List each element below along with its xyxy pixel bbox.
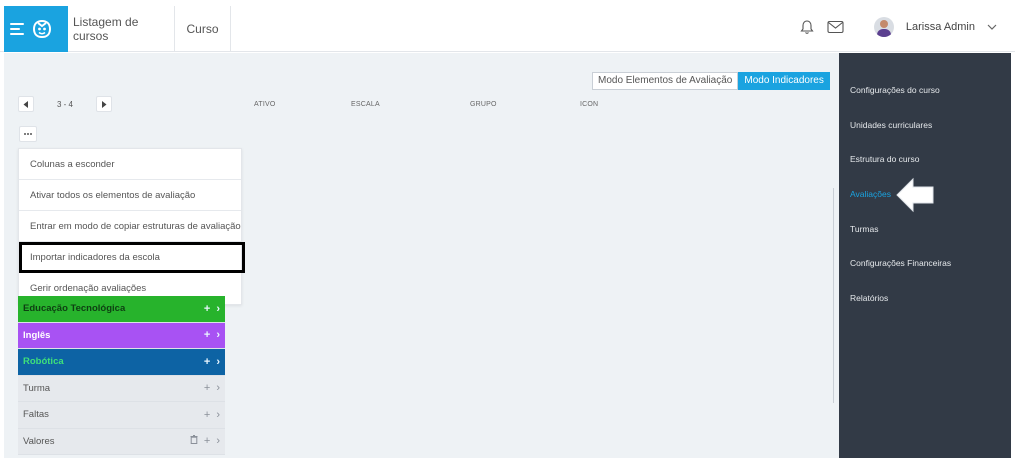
evaluation-list: Educação Tecnológica + › Inglês + › Robóti… <box>18 296 225 455</box>
list-item-label: Inglês <box>23 329 51 341</box>
column-header-active: ATIVO <box>254 101 276 108</box>
menu-item-activate-all[interactable]: Ativar todos os elementos de avaliação <box>19 180 241 211</box>
scrollbar-track[interactable] <box>833 188 834 403</box>
chevron-right-icon[interactable]: › <box>216 356 220 368</box>
column-header-icon: ICON <box>580 101 599 108</box>
user-name[interactable]: Larissa Admin <box>906 21 975 33</box>
content-area: Modo Elementos de Avaliação Modo Indicad… <box>4 53 839 458</box>
next-page-button[interactable] <box>96 96 112 112</box>
list-item-label: Educação Tecnológica <box>23 303 126 315</box>
plus-icon[interactable]: + <box>204 356 210 368</box>
trash-icon[interactable] <box>190 435 198 447</box>
chevron-right-icon <box>102 100 107 108</box>
column-header-scale: ESCALA <box>351 101 380 108</box>
breadcrumb-course-list[interactable]: Listagem de cursos <box>68 6 175 52</box>
sidebar-item-reports[interactable]: Relatórios <box>850 293 888 303</box>
breadcrumb-course[interactable]: Curso <box>175 6 231 52</box>
brand-block[interactable] <box>4 6 68 52</box>
sidebar-item-financial-settings[interactable]: Configurações Financeiras <box>850 258 951 268</box>
plus-icon[interactable]: + <box>204 303 210 315</box>
list-item-label: Faltas <box>23 409 49 421</box>
chevron-right-icon[interactable]: › <box>216 409 220 421</box>
sidebar-item-course-structure[interactable]: Estrutura do curso <box>850 154 919 164</box>
top-bar: Listagem de cursos Curso Larissa Admin <box>0 0 1015 52</box>
list-item[interactable]: Turma + › <box>18 375 225 402</box>
list-item[interactable]: Faltas + › <box>18 402 225 429</box>
mode-toggle: Modo Elementos de Avaliação Modo Indicad… <box>592 72 830 90</box>
bell-icon[interactable] <box>799 19 815 35</box>
list-item-label: Robótica <box>23 356 64 368</box>
menu-icon[interactable] <box>10 23 24 35</box>
list-item-label: Turma <box>23 382 51 394</box>
mode-indicators-button[interactable]: Modo Indicadores <box>738 72 830 90</box>
pagination: 3 - 4 <box>18 96 112 112</box>
more-options-button[interactable] <box>19 126 37 142</box>
page-range: 3 - 4 <box>56 99 73 109</box>
more-icon <box>24 133 32 135</box>
user-area: Larissa Admin <box>799 14 997 40</box>
plus-icon[interactable]: + <box>204 382 210 394</box>
chevron-right-icon[interactable]: › <box>216 435 220 447</box>
pointer-arrow-icon <box>896 177 934 213</box>
plus-icon[interactable]: + <box>204 329 210 341</box>
chevron-left-icon <box>23 100 28 108</box>
menu-item-copy-structures[interactable]: Entrar em modo de copiar estruturas de a… <box>19 211 241 242</box>
menu-item-import-indicators[interactable]: Importar indicadores da escola <box>19 242 245 273</box>
plus-icon[interactable]: + <box>204 409 210 421</box>
list-item[interactable]: Inglês + › <box>18 322 225 349</box>
chevron-right-icon[interactable]: › <box>216 329 220 341</box>
avatar[interactable] <box>873 17 894 37</box>
list-item-label: Valores <box>23 435 55 447</box>
sidebar: Configurações do curso Unidades curricul… <box>839 53 1011 458</box>
list-item[interactable]: Educação Tecnológica + › <box>18 296 225 323</box>
mode-elements-button[interactable]: Modo Elementos de Avaliação <box>592 72 739 90</box>
sidebar-item-course-settings[interactable]: Configurações do curso <box>850 85 940 95</box>
list-item[interactable]: Robótica + › <box>18 349 225 376</box>
prev-page-button[interactable] <box>18 96 34 112</box>
sidebar-item-curricular-units[interactable]: Unidades curriculares <box>850 120 932 130</box>
chevron-down-icon[interactable] <box>987 23 997 31</box>
sidebar-item-classes[interactable]: Turmas <box>850 224 879 234</box>
options-menu: Colunas a esconder Ativar todos os eleme… <box>18 148 245 305</box>
column-header-group: GRUPO <box>470 101 497 108</box>
plus-icon[interactable]: + <box>204 435 210 447</box>
list-item[interactable]: Valores + › <box>18 428 225 455</box>
chevron-right-icon[interactable]: › <box>216 303 220 315</box>
mail-icon[interactable] <box>827 20 844 34</box>
chevron-right-icon[interactable]: › <box>216 382 220 394</box>
logo-icon <box>32 19 52 39</box>
menu-item-hide-columns[interactable]: Colunas a esconder <box>19 149 241 180</box>
sidebar-item-evaluations[interactable]: Avaliações <box>850 189 891 199</box>
